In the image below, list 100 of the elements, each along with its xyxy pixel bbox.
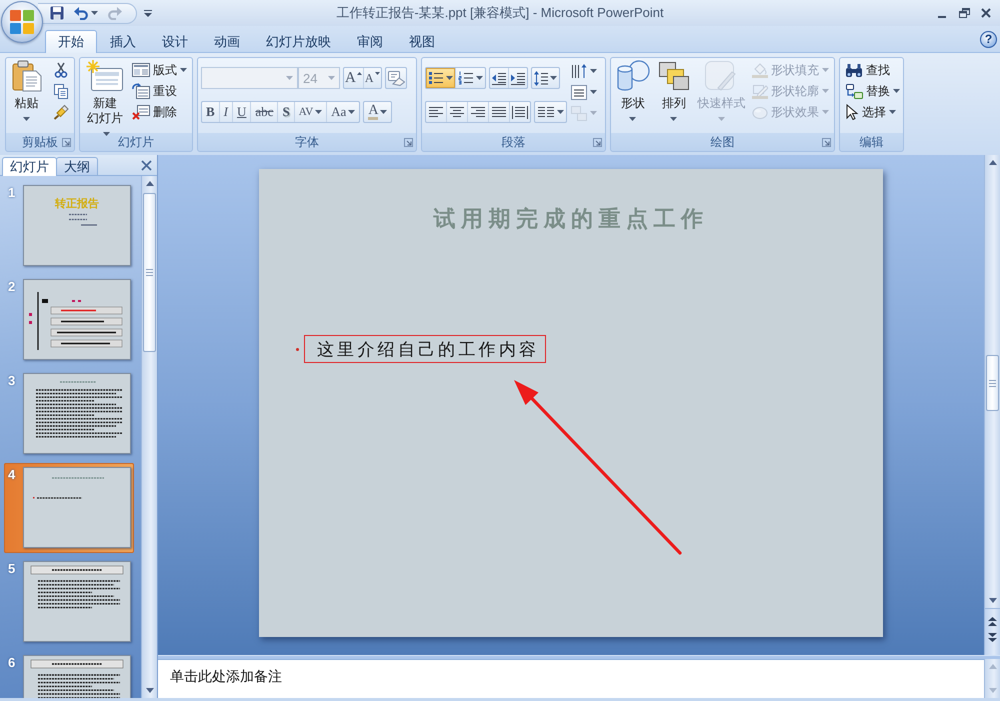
italic-button[interactable]: I	[220, 102, 234, 122]
scrollbar[interactable]	[984, 155, 1000, 608]
down-arrow-icon	[146, 688, 154, 693]
paste-button[interactable]: 粘贴	[9, 60, 44, 121]
bullets-button[interactable]	[426, 68, 456, 88]
shadow-button[interactable]: S	[278, 102, 295, 122]
slide-list-item[interactable]: 6	[4, 651, 134, 698]
copy-button[interactable]	[51, 81, 71, 101]
menu-caret-icon	[144, 10, 152, 16]
pane-tab[interactable]: 幻灯片	[2, 157, 57, 176]
shrink-font-button[interactable]: A	[364, 68, 381, 88]
caret-icon	[590, 69, 597, 73]
caret-icon	[590, 111, 597, 115]
cursor-icon	[845, 104, 859, 120]
caret-icon	[380, 110, 388, 114]
close-icon	[141, 160, 152, 170]
down-arrow-icon	[988, 688, 996, 693]
align-text-button[interactable]	[570, 82, 598, 102]
dialog-launcher-button[interactable]	[822, 138, 831, 147]
restore-icon	[958, 8, 970, 18]
caret-icon	[822, 89, 829, 93]
dialog-launcher-button[interactable]	[593, 138, 602, 147]
help-button[interactable]: ?	[980, 30, 997, 48]
center-button[interactable]	[447, 102, 468, 122]
ribbon-tab[interactable]: 视图	[396, 30, 448, 53]
character-spacing-button[interactable]: AV	[294, 102, 328, 122]
align-right-button[interactable]	[468, 102, 489, 122]
group-label: 字体	[295, 135, 319, 150]
launcher-icon	[822, 138, 831, 147]
slide-number: 6	[8, 655, 16, 671]
up-arrow-icon	[146, 181, 154, 186]
ribbon-tab[interactable]: 插入	[97, 30, 149, 53]
caret-icon	[348, 110, 356, 114]
thumbnail-title: 转正报告	[55, 197, 99, 211]
style-brush-icon	[704, 60, 738, 92]
slide-number: 2	[8, 279, 16, 295]
ribbon-tab[interactable]: 审阅	[344, 30, 396, 53]
replace-icon	[845, 83, 863, 99]
scrollbar[interactable]	[141, 176, 157, 698]
strikethrough-button[interactable]: abc	[251, 102, 278, 122]
ribbon-tab[interactable]: 开始	[45, 30, 97, 53]
bold-button[interactable]: B	[202, 102, 220, 122]
slide-number: 3	[8, 373, 16, 389]
caret-icon	[557, 110, 564, 114]
double-up-arrow-icon	[988, 617, 997, 626]
scissors-icon	[53, 62, 69, 78]
delete-button[interactable]: 删除	[130, 102, 189, 122]
copy-icon	[53, 83, 69, 99]
scrollbar-thumb[interactable]	[986, 355, 999, 411]
brush-icon	[53, 104, 69, 120]
font-color-button[interactable]: A	[364, 102, 392, 122]
arrange-icon	[656, 60, 691, 92]
format-painter-button[interactable]	[51, 102, 71, 122]
decrease-indent-button[interactable]	[490, 68, 509, 88]
grow-font-button[interactable]: A	[344, 68, 364, 88]
caret-icon	[315, 110, 322, 114]
slide-number: 1	[8, 185, 16, 201]
caret-icon	[822, 110, 829, 114]
next-slide-button[interactable]	[988, 633, 997, 642]
reset-icon	[132, 83, 150, 99]
pane-tab[interactable]: 大纲	[56, 157, 98, 175]
justify-button[interactable]	[489, 102, 510, 122]
layout-button[interactable]: 版式	[130, 60, 189, 80]
up-arrow-icon	[988, 664, 996, 669]
launcher-icon	[62, 138, 71, 147]
reset-button[interactable]: 重设	[130, 81, 189, 101]
caret-icon	[102, 132, 110, 136]
dialog-launcher-button[interactable]	[62, 138, 71, 147]
select-button[interactable]: 选择	[843, 102, 902, 122]
redo-icon	[108, 6, 122, 20]
ribbon-tab[interactable]: 动画	[201, 30, 253, 53]
previous-slide-button[interactable]	[988, 617, 997, 626]
group-label: 编辑	[860, 135, 884, 150]
caret-icon	[893, 89, 900, 93]
scrollbar[interactable]	[984, 659, 1000, 698]
layout-icon	[132, 63, 150, 77]
dialog-launcher-button[interactable]	[404, 138, 413, 147]
caret-icon	[446, 76, 453, 80]
caret-icon	[180, 68, 187, 72]
scrollbar-thumb[interactable]	[143, 193, 156, 352]
arrange-button[interactable]: 排列	[654, 60, 693, 121]
shapes-button[interactable]: 形状	[614, 60, 652, 121]
ribbon-tab[interactable]: 幻灯片放映	[253, 30, 344, 53]
close-button[interactable]	[141, 160, 152, 170]
ribbon-tab[interactable]: 设计	[149, 30, 201, 53]
launcher-icon	[404, 138, 413, 147]
undo-icon	[74, 6, 88, 20]
align-left-button[interactable]	[426, 102, 447, 122]
change-case-button[interactable]: Aa	[327, 102, 360, 122]
notes-field[interactable]: 单击此处添加备注	[158, 659, 984, 698]
body-text: 这里介绍自己的工作内容	[304, 335, 546, 363]
align-right-icon	[470, 106, 486, 118]
bullet-icon	[296, 348, 299, 350]
find-button[interactable]: 查找	[843, 60, 902, 80]
slide-icon	[86, 60, 124, 92]
down-caret-icon	[374, 72, 380, 75]
distributed-icon	[512, 106, 528, 118]
underline-button[interactable]: U	[233, 102, 252, 122]
shape-effects-icon	[752, 104, 768, 120]
replace-button[interactable]: 替换	[843, 81, 902, 101]
